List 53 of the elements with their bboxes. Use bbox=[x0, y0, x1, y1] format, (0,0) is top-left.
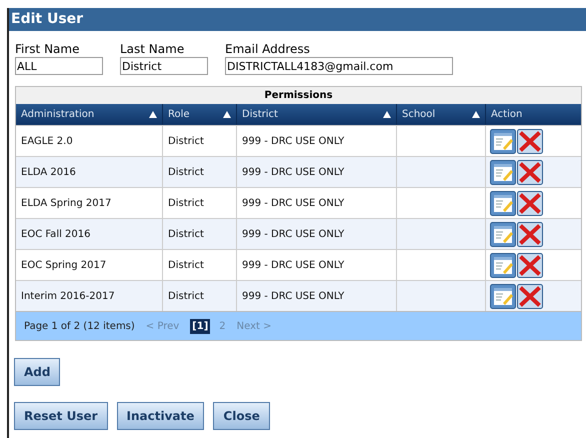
column-header[interactable]: Role bbox=[168, 107, 190, 122]
edit-icon[interactable] bbox=[490, 160, 516, 184]
table-cell-text: ELDA Spring 2017 bbox=[21, 196, 112, 210]
edit-icon[interactable] bbox=[490, 222, 516, 246]
table-cell-text: EOC Fall 2016 bbox=[21, 228, 90, 242]
edit-icon[interactable] bbox=[490, 284, 516, 308]
text-field[interactable]: District bbox=[120, 57, 208, 75]
edit-icon[interactable] bbox=[490, 128, 516, 154]
table-cell-text: 999 - DRC USE ONLY bbox=[242, 166, 344, 180]
page-summary: Page 1 of 2 (12 items) bbox=[24, 320, 135, 334]
delete-icon[interactable] bbox=[517, 160, 543, 184]
delete-icon[interactable] bbox=[517, 252, 543, 278]
table-cell-text: District bbox=[168, 290, 204, 304]
sort-icon[interactable] bbox=[149, 111, 157, 118]
field-label: First Name bbox=[15, 42, 80, 57]
sort-icon[interactable] bbox=[472, 111, 480, 118]
column-header[interactable]: School bbox=[402, 107, 436, 122]
table-cell-text: 999 - DRC USE ONLY bbox=[242, 228, 344, 242]
field-label: Email Address bbox=[225, 42, 311, 57]
table-cell-text: 999 - DRC USE ONLY bbox=[242, 290, 344, 304]
table-cell-text: District bbox=[168, 258, 204, 272]
column-header[interactable]: Action bbox=[491, 107, 522, 122]
text-field[interactable]: DISTRICTALL4183@gmail.com bbox=[225, 57, 453, 75]
table-cell-text: Interim 2016-2017 bbox=[21, 290, 115, 304]
edit-icon[interactable] bbox=[490, 190, 516, 216]
sort-icon[interactable] bbox=[223, 111, 231, 118]
table-cell-text: District bbox=[168, 166, 204, 180]
delete-icon[interactable] bbox=[517, 190, 543, 216]
column-header[interactable]: District bbox=[242, 107, 278, 122]
table-caption: Permissions bbox=[16, 87, 581, 104]
sort-icon[interactable] bbox=[383, 111, 391, 118]
action-button[interactable]: Inactivate bbox=[116, 402, 204, 430]
text-field[interactable]: ALL bbox=[15, 57, 103, 75]
table-cell-text: District bbox=[168, 196, 204, 210]
action-button[interactable]: Close bbox=[213, 402, 270, 430]
table-cell-text: District bbox=[168, 228, 204, 242]
table-cell-text: 999 - DRC USE ONLY bbox=[242, 134, 344, 148]
page-link[interactable]: [1] bbox=[190, 318, 210, 334]
delete-icon[interactable] bbox=[517, 222, 543, 246]
table-cell-text: District bbox=[168, 134, 204, 148]
table-cell-text: 999 - DRC USE ONLY bbox=[242, 258, 344, 272]
edit-icon[interactable] bbox=[490, 252, 516, 278]
table-cell-text: 999 - DRC USE ONLY bbox=[242, 196, 344, 210]
window-title: Edit User bbox=[9, 8, 586, 31]
table-cell-text: EOC Spring 2017 bbox=[21, 258, 106, 272]
action-button[interactable]: Reset User bbox=[14, 402, 108, 430]
delete-icon[interactable] bbox=[517, 284, 543, 308]
table-cell-text: ELDA 2016 bbox=[21, 166, 76, 180]
action-button[interactable]: Add bbox=[14, 358, 60, 386]
table-cell-text: EAGLE 2.0 bbox=[21, 134, 73, 148]
delete-icon[interactable] bbox=[517, 128, 543, 154]
column-header[interactable]: Administration bbox=[21, 107, 94, 122]
field-label: Last Name bbox=[120, 42, 186, 57]
